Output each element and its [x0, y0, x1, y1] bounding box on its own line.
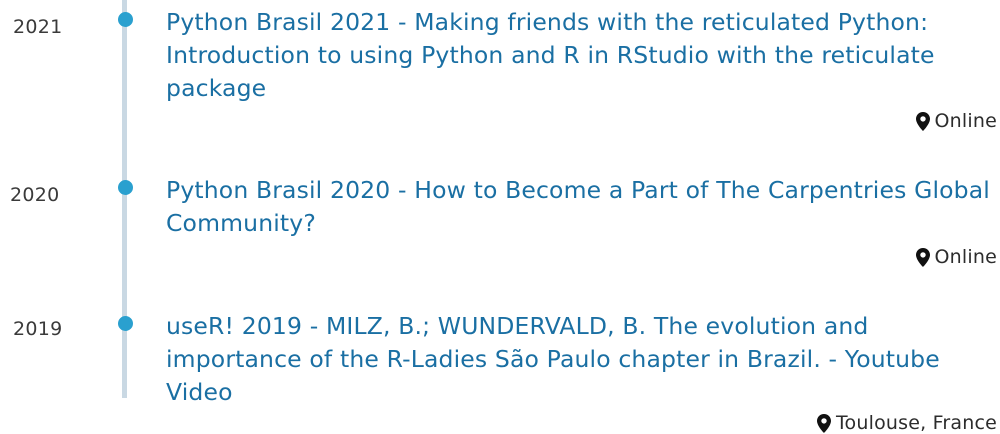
map-marker-icon: [915, 111, 930, 131]
talk-title-link[interactable]: Python Brasil 2020 - How to Become a Par…: [166, 174, 996, 240]
talk-location: Toulouse, France: [816, 412, 997, 434]
timeline-dot: [118, 180, 133, 195]
talk-year: 2020: [10, 184, 60, 206]
map-marker-icon: [816, 413, 831, 433]
talk-location: Online: [915, 110, 998, 132]
talk-location-text: Online: [934, 110, 997, 132]
map-marker-icon: [915, 247, 930, 267]
talk-location-text: Toulouse, France: [835, 412, 997, 434]
talk-title-link[interactable]: Python Brasil 2021 - Making friends with…: [166, 6, 996, 105]
talk-location: Online: [915, 246, 998, 268]
talk-year: 2021: [13, 16, 63, 38]
timeline-line: [122, 0, 127, 398]
timeline-dot: [118, 12, 133, 27]
talk-title-link[interactable]: useR! 2019 - MILZ, B.; WUNDERVALD, B. Th…: [166, 310, 996, 409]
talk-year: 2019: [13, 318, 63, 340]
talk-location-text: Online: [934, 246, 997, 268]
timeline-dot: [118, 316, 133, 331]
